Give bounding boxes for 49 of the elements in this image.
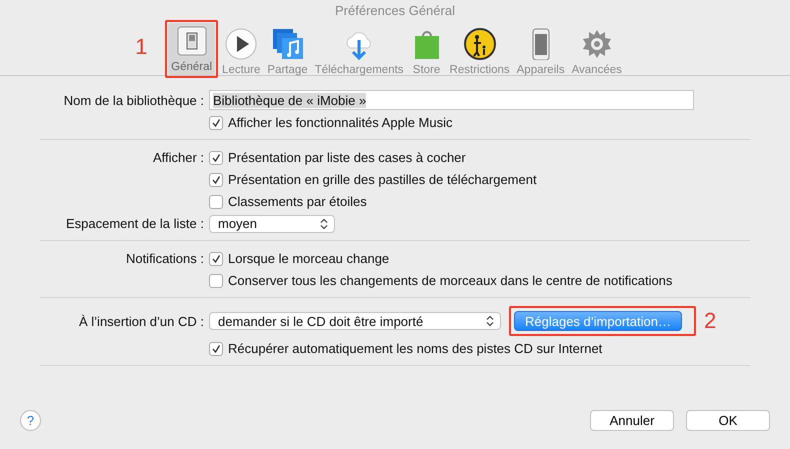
checkbox[interactable] (209, 274, 223, 288)
checkbox[interactable] (209, 342, 223, 356)
checkmark-icon (211, 152, 221, 162)
cancel-button[interactable]: Annuler (590, 410, 674, 430)
checkbox-label: Afficher les fonctionnalités Apple Music (228, 115, 452, 130)
callout-number: 1 (135, 34, 148, 60)
checkbox[interactable] (209, 172, 223, 186)
field-label: Afficher : (152, 150, 204, 165)
checkbox[interactable] (209, 116, 223, 130)
checkmark-icon (211, 254, 221, 264)
checkbox[interactable] (209, 194, 223, 208)
checkbox-label: Présentation en grille des pastilles de téléchargement (228, 172, 537, 187)
restriction-icon (464, 28, 496, 60)
settings-icon (580, 28, 613, 60)
switch-icon (176, 25, 208, 57)
checkmark-icon (211, 174, 221, 184)
field-label: Nom de la bibliothèque : (64, 92, 204, 108)
checkmark-icon (211, 344, 221, 354)
checkbox-label: Conserver tous les changements de morceaux dans le centre de notifications (228, 273, 672, 288)
checkbox[interactable] (209, 252, 223, 266)
updown-icon (486, 315, 494, 327)
ok-button[interactable]: OK (686, 410, 770, 430)
toolbar-tab[interactable]: Lecture (219, 26, 264, 78)
toolbar-tab[interactable]: Store (408, 26, 446, 78)
field-label: Espacement de la liste : (66, 216, 204, 231)
text-field[interactable]: Bibliothèque de « iMobie » (209, 90, 694, 110)
checkmark-icon (211, 118, 221, 128)
toolbar-tab[interactable]: Restrictions (446, 26, 513, 78)
music-icon (272, 28, 304, 60)
import-settings-button[interactable]: Réglages d’importation… (514, 311, 682, 331)
updown-icon (320, 218, 328, 230)
checkbox[interactable] (209, 150, 223, 164)
toolbar-tab[interactable]: Partage (264, 26, 311, 78)
checkbox-label: Classements par étoiles (228, 194, 367, 209)
toolbar-tab[interactable]: Général (168, 23, 216, 75)
play-icon (225, 28, 258, 60)
toolbar-tab[interactable]: Avancées (568, 26, 625, 78)
window-title: Préférences Général (335, 3, 455, 18)
toolbar-tab[interactable]: Appareils (514, 26, 568, 78)
checkbox-label: Lorsque le morceau change (228, 251, 390, 266)
toolbar-tab[interactable]: Téléchargements (312, 26, 407, 78)
field-label: Notifications : (126, 251, 204, 266)
dropdown[interactable]: moyen (209, 214, 335, 232)
dropdown[interactable]: demander si le CD doit être importé (209, 312, 501, 330)
checkbox-label: Récupérer automatiquement les noms des pistes CD sur Internet (228, 341, 602, 356)
callout-number: 2 (704, 308, 716, 334)
field-label: À l’insertion d’un CD : (79, 314, 204, 328)
help-button[interactable]: ? (20, 410, 41, 430)
checkbox-label: Présentation par liste des cases à cocher (228, 150, 466, 165)
